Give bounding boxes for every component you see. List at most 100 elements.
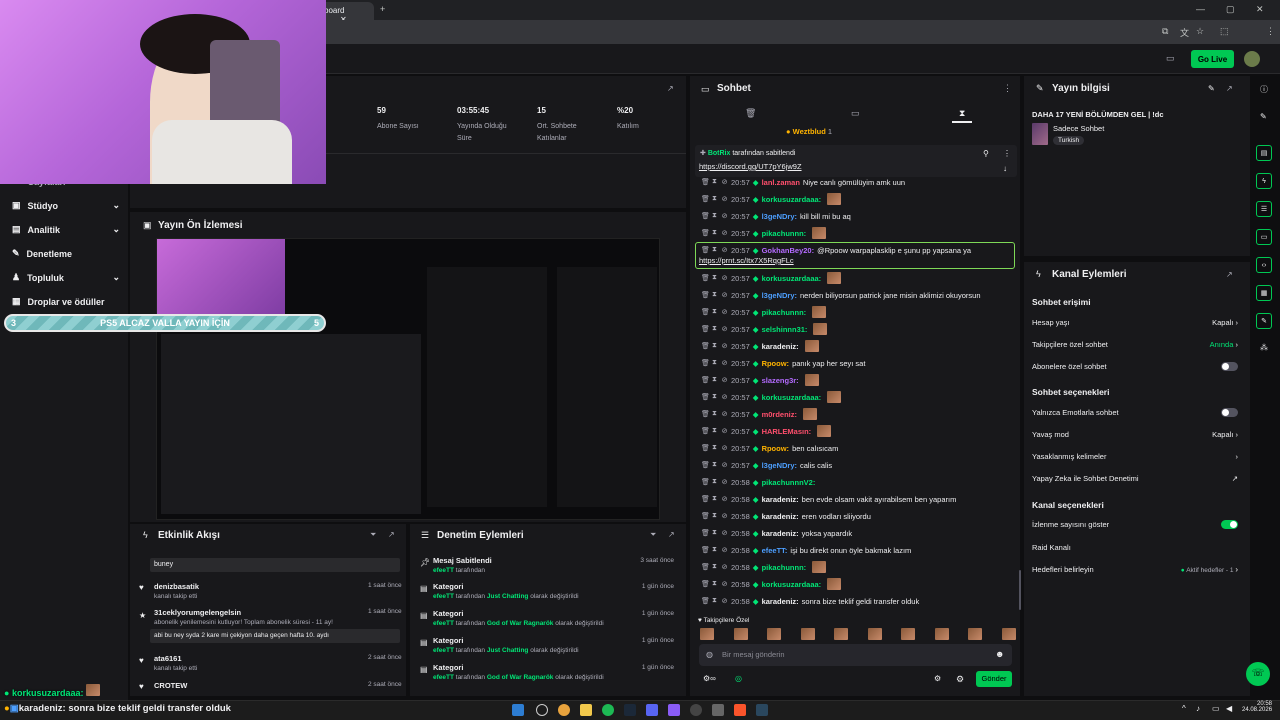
timeout-icon[interactable]: ⧗	[711, 495, 718, 503]
ban-icon[interactable]: ⊘	[721, 580, 728, 588]
message-user[interactable]: karadeniz:	[762, 529, 799, 538]
message-user[interactable]: pikachunnn:	[762, 229, 807, 238]
message-user[interactable]: Rpoow:	[762, 359, 790, 368]
ban-icon[interactable]: ⊘	[721, 376, 728, 384]
delete-icon[interactable]: 🗑︎	[701, 195, 710, 203]
ban-icon[interactable]: ⊘	[721, 478, 728, 486]
timeout-icon[interactable]: ⧗	[711, 580, 718, 588]
timeout-icon[interactable]: ⧗	[711, 427, 718, 435]
pinned-header[interactable]: ● Weztblud 1	[786, 127, 832, 136]
stream-tag[interactable]: Turkish	[1053, 136, 1085, 145]
rail-chat-button[interactable]: ▭	[1256, 229, 1272, 245]
timeout-icon[interactable]: ⧗	[711, 597, 718, 605]
translate-icon[interactable]: 文	[1180, 26, 1189, 39]
rail-lightning-button[interactable]: ϟ	[1256, 173, 1272, 189]
timeout-icon[interactable]: ⧗	[711, 274, 718, 282]
delete-icon[interactable]: 🗑︎	[701, 393, 710, 401]
mod-user[interactable]: efeeTT	[433, 620, 454, 627]
chat-bubble-icon[interactable]: ▭	[851, 108, 860, 119]
chrome-icon[interactable]	[558, 704, 570, 716]
message-user[interactable]: korkusuzardaaa:	[762, 195, 822, 204]
delete-icon[interactable]: 🗑︎	[701, 529, 710, 537]
delete-icon[interactable]: 🗑︎	[701, 229, 710, 237]
message-user[interactable]: lanl.zaman	[762, 178, 800, 187]
activity-user[interactable]: ata6161	[154, 654, 182, 663]
mod-user[interactable]: efeeTT	[433, 567, 454, 574]
chevron-up-icon[interactable]: ^	[1182, 704, 1186, 713]
rail-server-button[interactable]: ▦	[1256, 285, 1272, 301]
emote[interactable]	[767, 628, 782, 640]
new-tab-icon[interactable]: +	[380, 4, 385, 14]
rail-stats-button[interactable]: ▤	[1256, 145, 1272, 161]
bot-icon[interactable]: ⚙︎	[956, 674, 964, 685]
app-icon[interactable]	[668, 704, 680, 716]
emote[interactable]	[1001, 628, 1016, 640]
delete-icon[interactable]: 🗑︎	[701, 478, 710, 486]
delete-icon[interactable]: 🗑︎	[701, 427, 710, 435]
delete-icon[interactable]: 🗑︎	[701, 274, 710, 282]
minimize-icon[interactable]: —	[1196, 4, 1205, 14]
message-user[interactable]: efeeTT:	[762, 546, 788, 555]
chat-message[interactable]: 🗑︎ ⧗ ⊘ 20:57 ◆ pikachunnn:	[701, 306, 1017, 318]
emoji-icon[interactable]: ☻	[995, 649, 1004, 659]
message-user[interactable]: l3geNDry:	[762, 291, 797, 300]
points-icon[interactable]: ◎	[735, 674, 742, 683]
help-icon[interactable]: ⓘ	[1260, 84, 1268, 95]
chevron-down-icon[interactable]: ↓	[1003, 164, 1007, 173]
mod-user[interactable]: efeeTT	[433, 647, 454, 654]
hourglass-icon[interactable]: ⧗	[959, 108, 965, 119]
activity-user[interactable]: denizbasatik	[154, 582, 199, 591]
timeout-icon[interactable]: ⧗	[711, 410, 718, 418]
pin-icon[interactable]: ⚲	[983, 149, 989, 158]
message-user[interactable]: pikachunnn:	[762, 308, 807, 317]
emote[interactable]	[934, 628, 949, 640]
more-menu-icon[interactable]: ⋮	[1266, 26, 1275, 37]
popout-icon[interactable]: ↗	[667, 84, 674, 93]
ban-icon[interactable]: ⊘	[721, 597, 728, 605]
timeout-icon[interactable]: ⧗	[711, 246, 718, 254]
sidebar-item-analytics[interactable]: ▤ Analitik ⌄	[12, 224, 120, 235]
row-account-age[interactable]: Hesap yaşı Kapalı ›	[1032, 318, 1238, 327]
chat-message[interactable]: 🗑︎ ⧗ ⊘ 20:57 ◆ korkusuzardaaa:	[701, 272, 1017, 284]
settings-icon[interactable]: ⚙︎∞	[703, 674, 716, 683]
microphone-icon[interactable]: ♪	[1196, 704, 1200, 713]
delete-icon[interactable]: 🗑︎	[701, 495, 710, 503]
ban-icon[interactable]: ⊘	[721, 308, 728, 316]
emote[interactable]	[700, 628, 714, 640]
delete-icon[interactable]: 🗑︎	[701, 178, 710, 186]
ban-icon[interactable]: ⊘	[721, 342, 728, 350]
subscribers-only-toggle[interactable]	[1221, 362, 1238, 371]
more-icon[interactable]: ⋮	[1003, 149, 1011, 158]
monitor-icon[interactable]: ▭	[1212, 704, 1220, 713]
message-user[interactable]: l3geNDry:	[762, 212, 797, 221]
timeout-icon[interactable]: ⧗	[711, 393, 718, 401]
mod-user[interactable]: efeeTT	[433, 593, 454, 600]
message-user[interactable]: GokhanBey20:	[762, 246, 815, 255]
chat-message[interactable]: 🗑︎ ⧗ ⊘ 20:57 ◆ l3geNDry: calis calis	[701, 459, 1017, 471]
stream-category[interactable]: Sadece Sohbet	[1053, 124, 1104, 133]
more-icon[interactable]: ⋮	[1003, 83, 1012, 94]
trash-icon[interactable]: 🗑︎	[745, 108, 756, 119]
emote[interactable]	[834, 628, 849, 640]
chat-message[interactable]: 🗑︎ ⧗ ⊘ 20:57 ◆ Rpoow: ben calısıcam	[701, 442, 1017, 454]
delete-icon[interactable]: 🗑︎	[701, 246, 710, 254]
edit-icon[interactable]: ✎	[1208, 84, 1215, 93]
obs-icon[interactable]	[690, 704, 702, 716]
delete-icon[interactable]: 🗑︎	[701, 444, 710, 452]
delete-icon[interactable]: 🗑︎	[701, 563, 710, 571]
rail-list-button[interactable]: ☰	[1256, 201, 1272, 217]
message-user[interactable]: karadeniz:	[762, 495, 799, 504]
filter-icon[interactable]: ⏷	[370, 530, 376, 540]
timeout-icon[interactable]: ⧗	[711, 178, 718, 186]
ban-icon[interactable]: ⊘	[721, 359, 728, 367]
search-icon[interactable]	[536, 704, 548, 716]
ban-icon[interactable]: ⊘	[721, 274, 728, 282]
ban-icon[interactable]: ⊘	[721, 178, 728, 186]
send-button[interactable]: Gönder	[976, 671, 1012, 687]
sidebar-item-community[interactable]: ♟ Topluluk ⌄	[12, 272, 120, 283]
ban-icon[interactable]: ⊘	[721, 546, 728, 554]
pinned-link[interactable]: https://discord.gg/UT7pY6jw9Z	[699, 162, 802, 171]
sidebar-item-moderation[interactable]: ✎ Denetleme	[12, 248, 120, 259]
timeout-icon[interactable]: ⧗	[711, 342, 718, 350]
ban-icon[interactable]: ⊘	[721, 461, 728, 469]
